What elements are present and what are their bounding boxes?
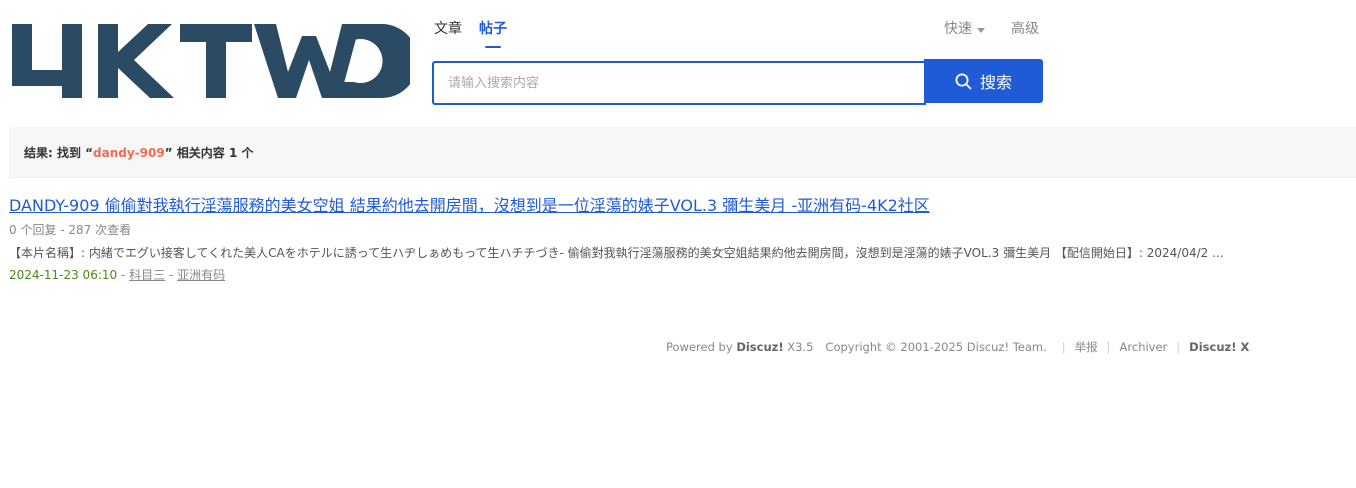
discuz-brand-link[interactable]: Discuz! X <box>1189 340 1249 354</box>
result-author-link[interactable]: 科目三 <box>129 268 165 282</box>
tab-articles[interactable]: 文章 <box>434 18 462 48</box>
meta-separator: - <box>168 268 178 282</box>
search-icon <box>955 73 972 89</box>
tab-threads[interactable]: 帖子 <box>479 18 507 48</box>
result-suffix: ” 相关内容 1 个 <box>164 146 254 160</box>
powered-by-product: Discuz! <box>736 340 784 354</box>
site-logo[interactable] <box>10 22 410 100</box>
search-type-tabs: 文章 帖子 <box>434 18 524 48</box>
footer: Powered by Discuz! X3.5 Copyright © 2001… <box>666 339 1249 355</box>
search-input[interactable] <box>434 63 926 103</box>
meta-separator: - <box>120 268 130 282</box>
result-title-link[interactable]: DANDY-909 偷偷對我執行淫蕩服務的美女空姐 結果約他去開房間，沒想到是一… <box>9 194 930 218</box>
logo-graphic <box>12 24 410 98</box>
search-result-item: DANDY-909 偷偷對我執行淫蕩服務的美女空姐 結果約他去開房間，沒想到是一… <box>9 194 1349 284</box>
archiver-link[interactable]: Archiver <box>1120 340 1168 354</box>
search-options: 快速 高级 <box>944 18 1039 40</box>
result-summary: 【本片名稱】: 内緒でエグい接客してくれた美人CAをホテルに誘って生ハヂしぁめも… <box>9 246 1224 260</box>
result-meta: 2024-11-23 06:10 - 科目三 - 亚洲有码 <box>9 266 1349 284</box>
quick-search-label: 快速 <box>944 21 972 37</box>
product-version: X3.5 <box>787 340 814 354</box>
advanced-search-link[interactable]: 高级 <box>1011 18 1039 40</box>
report-link[interactable]: 举报 <box>1075 339 1098 355</box>
powered-by-label: Powered by <box>666 340 733 354</box>
result-stats: 0 个回复 - 287 次查看 <box>9 223 132 237</box>
search-box <box>432 61 926 105</box>
search-keyword: dandy-909 <box>93 146 165 160</box>
search-button[interactable]: 搜索 <box>924 59 1043 103</box>
footer-divider: | <box>1106 340 1111 354</box>
search-button-label: 搜索 <box>979 73 1012 92</box>
result-date: 2024-11-23 06:10 <box>9 268 118 282</box>
footer-divider: | <box>1176 340 1181 354</box>
result-prefix: 结果: 找到 “ <box>24 146 94 160</box>
chevron-down-icon <box>977 27 985 33</box>
footer-divider: | <box>1061 340 1066 354</box>
result-count-bar: 结果: 找到 “dandy-909” 相关内容 1 个 <box>9 127 1356 178</box>
copyright-text: Copyright © 2001-2025 Discuz! Team. <box>825 340 1047 354</box>
result-count-text: 结果: 找到 “dandy-909” 相关内容 1 个 <box>24 144 254 161</box>
result-forum-link[interactable]: 亚洲有码 <box>177 268 225 282</box>
quick-search-dropdown[interactable]: 快速 <box>944 18 985 40</box>
